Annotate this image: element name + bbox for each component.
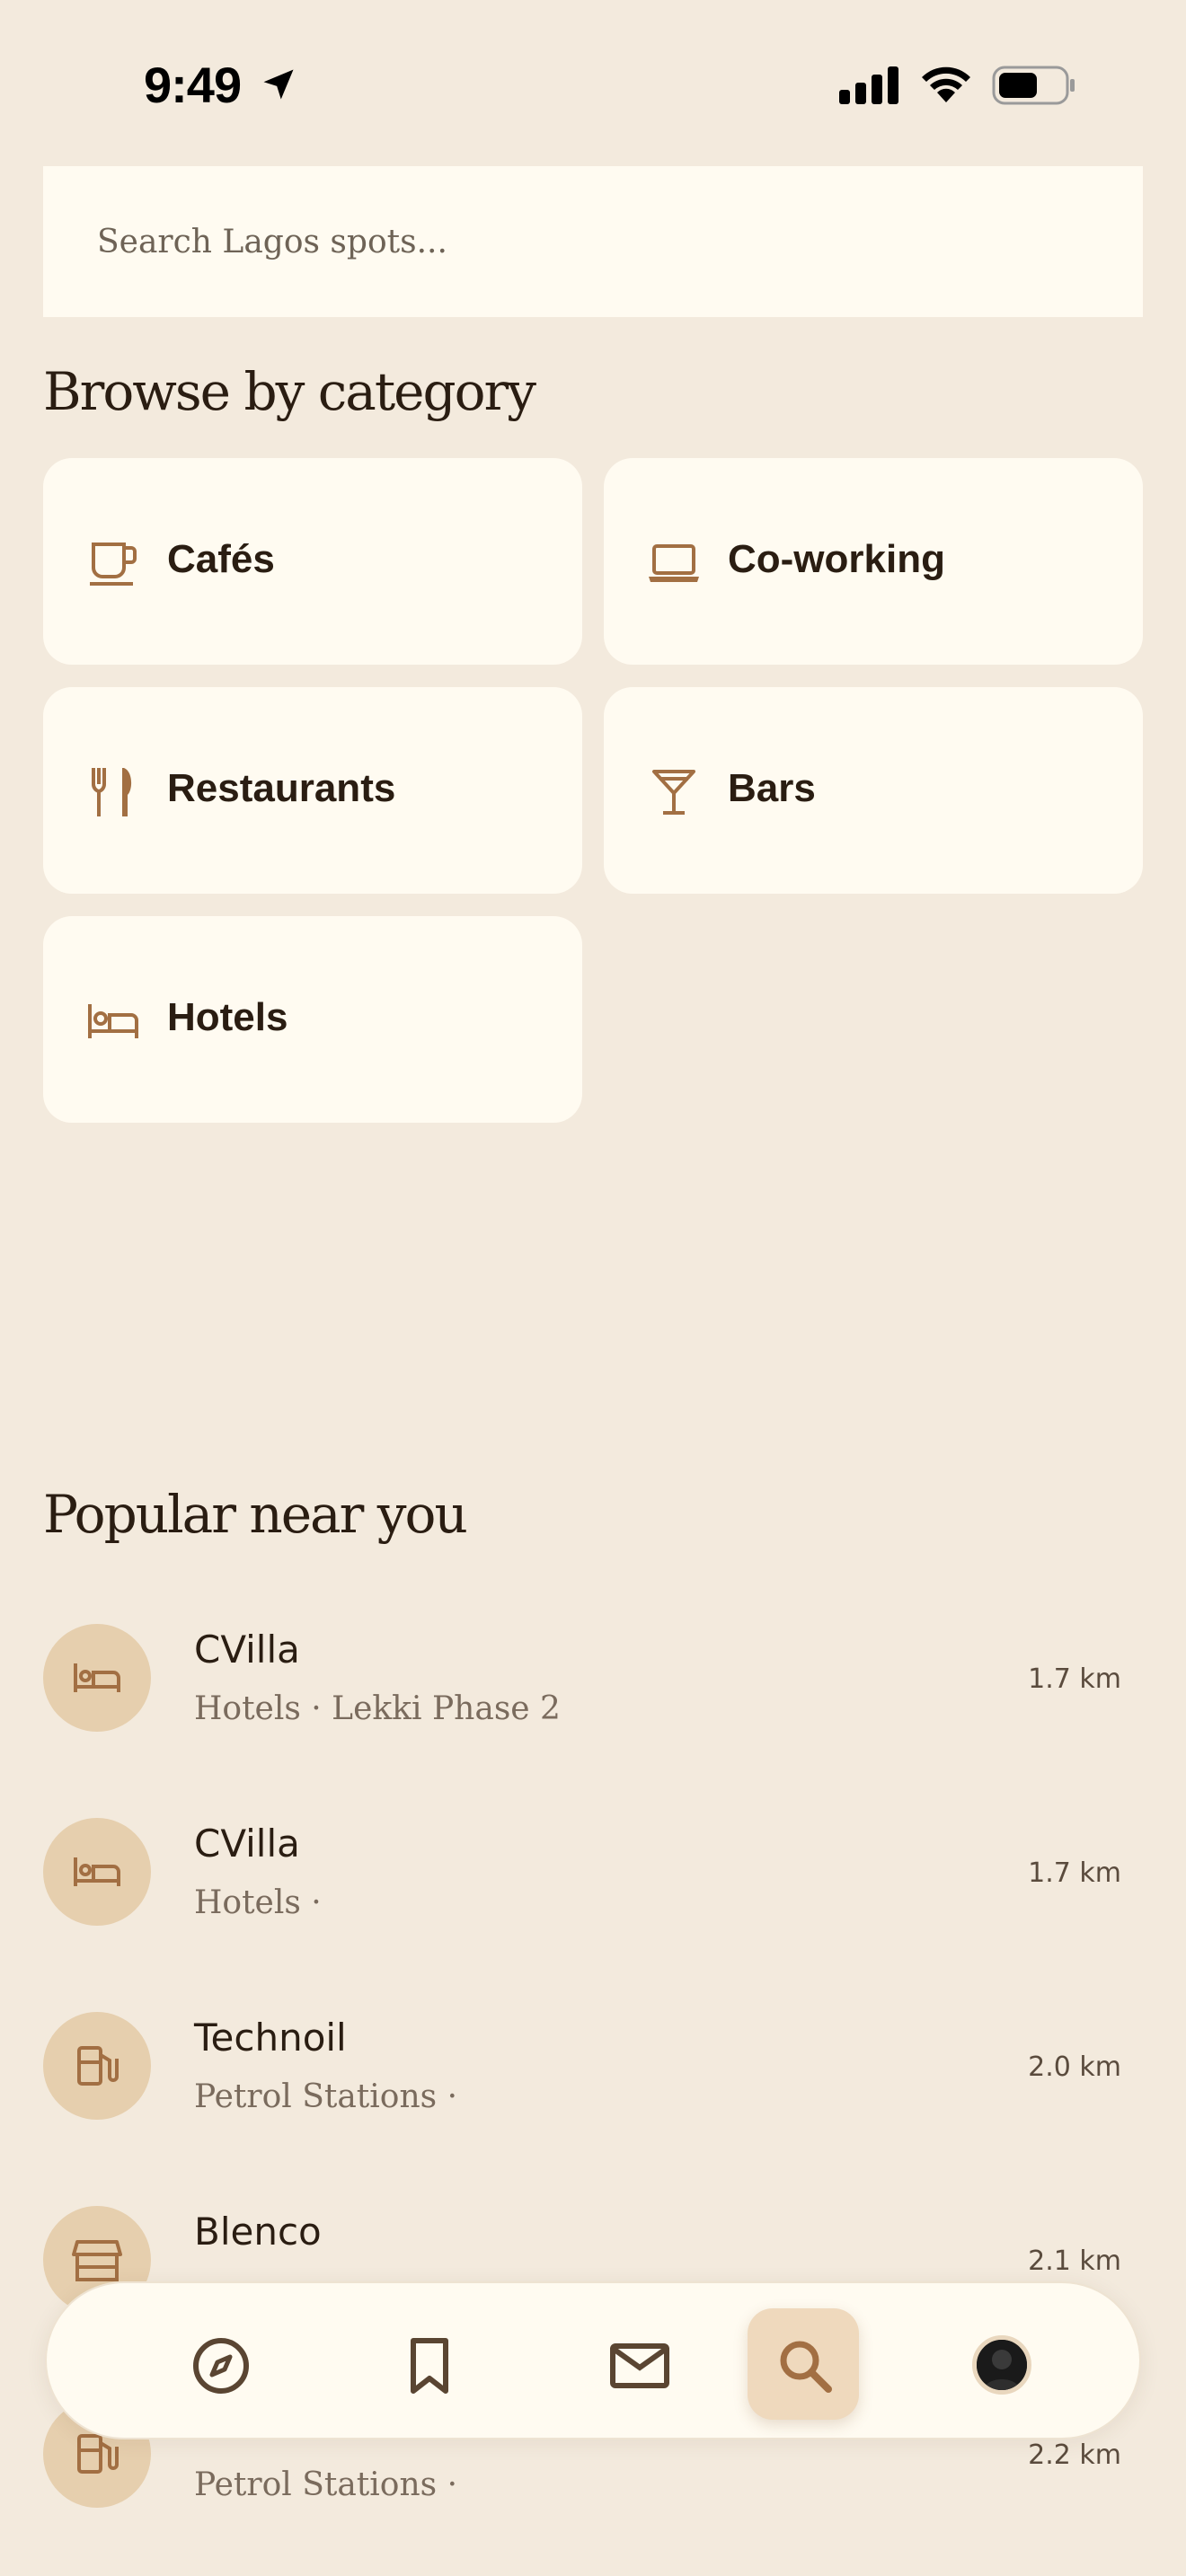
fuel-pump-icon [77,2046,119,2086]
search-input[interactable] [97,213,1085,270]
place-distance: 2.0 km [1028,2051,1121,2083]
fork-knife-icon [92,768,132,816]
category-label: Bars [728,766,816,810]
status-bar: 9:49 [0,0,1186,162]
popular-section-title: Popular near you [43,1484,468,1545]
cocktail-glass-icon [652,770,695,815]
place-subtitle: Petrol Stations · [194,2078,458,2115]
bookmark-icon [411,2338,448,2394]
place-subtitle: Hotels · [194,1884,322,1921]
battery-icon [992,66,1075,105]
coffee-cup-icon [90,543,137,586]
place-distance: 1.7 km [1028,1857,1121,1889]
bottom-nav-bar [45,2281,1141,2439]
list-item[interactable]: CVilla Hotels · Lekki Phase 2 1.7 km [43,1624,1143,1741]
status-time: 9:49 [144,57,242,113]
place-name: Technoil [194,2016,347,2060]
location-arrow-icon [263,69,294,100]
place-distance: 2.1 km [1028,2245,1121,2277]
category-cafes[interactable]: Cafés [43,458,582,665]
category-coworking[interactable]: Co-working [604,458,1143,665]
list-item[interactable]: Technoil Petrol Stations · 2.0 km [43,2012,1143,2129]
list-item[interactable]: CVilla Hotels · 1.7 km [43,1818,1143,1935]
category-restaurants[interactable]: Restaurants [43,687,582,894]
category-label: Hotels [167,995,288,1039]
explore-compass-icon [193,2338,249,2394]
place-subtitle: Hotels · Lekki Phase 2 [194,1690,561,1727]
place-name: CVilla [194,1822,300,1866]
browse-section-title: Browse by category [43,361,536,422]
place-avatar [43,2012,151,2120]
laptop-icon [649,544,699,582]
place-avatar [43,1624,151,1732]
profile-photo [977,2340,1027,2390]
place-name: CVilla [194,1628,300,1672]
search-bar[interactable] [43,166,1143,317]
store-icon [72,2240,122,2281]
nav-search[interactable] [748,2308,859,2420]
category-hotels[interactable]: Hotels [43,916,582,1123]
wifi-icon [922,66,970,102]
bed-icon [88,1004,138,1038]
nav-saved[interactable] [372,2308,483,2420]
category-label: Cafés [167,537,275,581]
cellular-signal-icon [839,66,898,104]
mail-icon [610,2343,669,2388]
nav-profile[interactable] [945,2308,1057,2420]
bed-icon [74,1663,120,1692]
category-bars[interactable]: Bars [604,687,1143,894]
search-icon [780,2341,832,2393]
place-subtitle: Petrol Stations · [194,2466,458,2503]
place-name: Blenco [194,2210,322,2254]
profile-avatar [972,2335,1031,2395]
place-distance: 2.2 km [1028,2439,1121,2471]
category-label: Co-working [728,537,945,581]
nav-explore[interactable] [164,2308,275,2420]
place-avatar [43,1818,151,1926]
bed-icon [74,1857,120,1886]
nav-messages[interactable] [582,2308,694,2420]
place-distance: 1.7 km [1028,1663,1121,1695]
category-label: Restaurants [167,766,396,810]
